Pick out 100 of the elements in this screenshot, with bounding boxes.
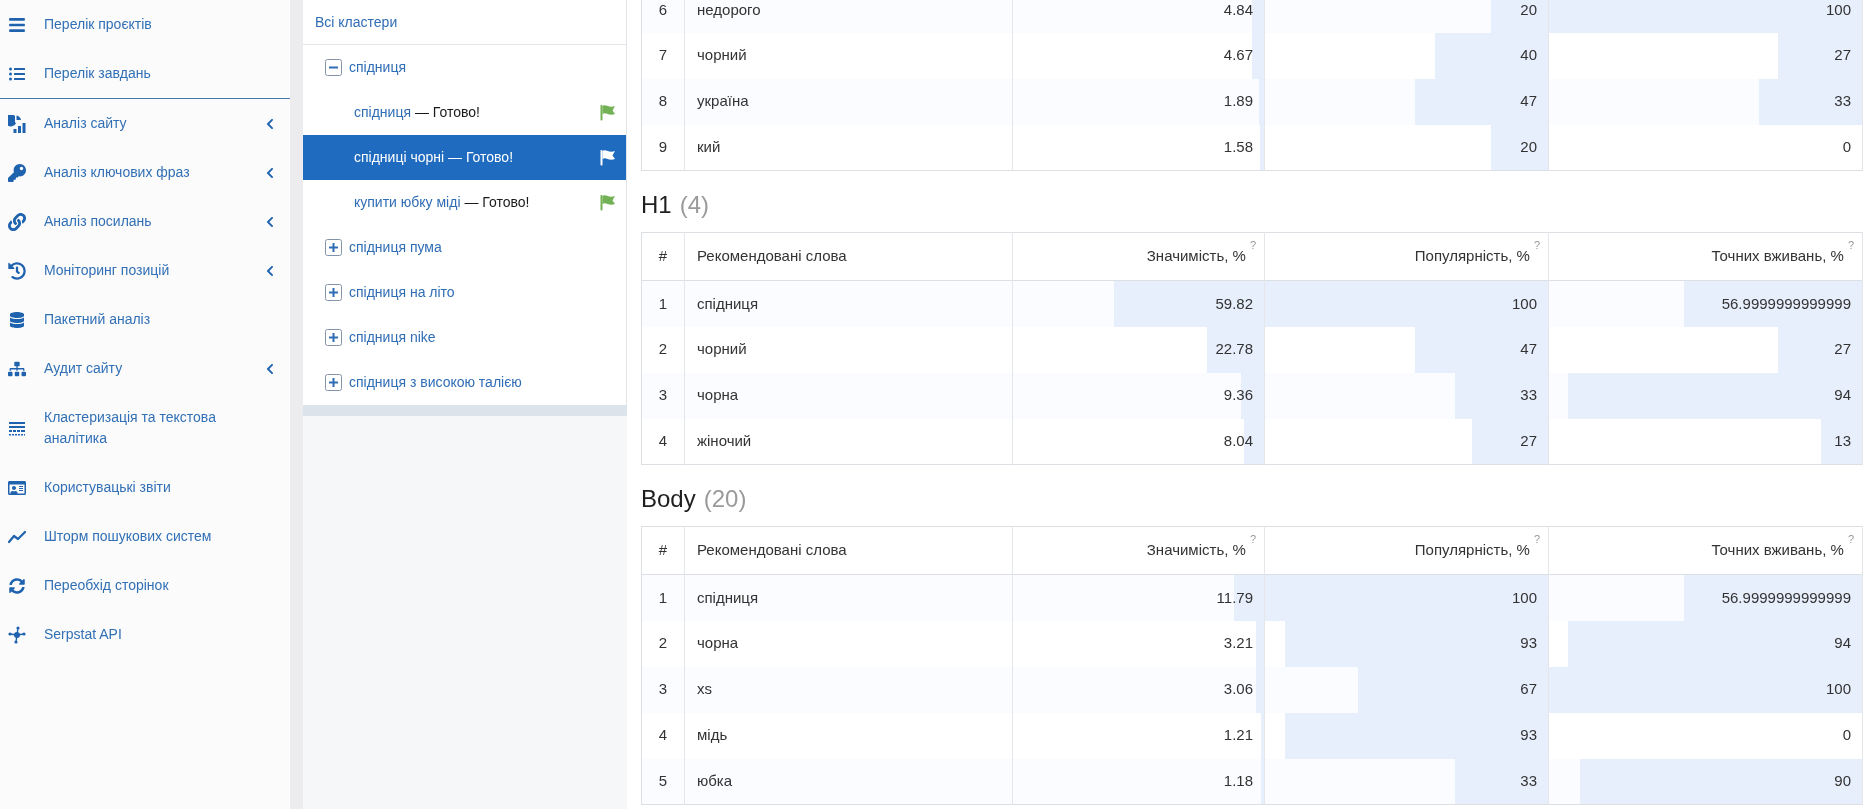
nav-item[interactable]: Перелік завдань	[0, 49, 290, 98]
row-number: 4	[641, 712, 685, 759]
hierarchy-icon	[8, 359, 26, 378]
tree-node[interactable]: спідниця на літо	[349, 282, 455, 303]
column-header: Точних вживань, %	[1711, 540, 1844, 561]
table-cell: спідниця	[684, 280, 1013, 327]
column-header: Популярність, %	[1414, 246, 1530, 267]
nav-item[interactable]: Аналіз сайту	[0, 99, 290, 148]
tree-node[interactable]: спідниця з високою талією	[349, 372, 522, 393]
database-icon	[9, 311, 25, 328]
tree-node[interactable]: спідниця пума	[349, 237, 442, 258]
row-number: 8	[641, 78, 685, 125]
nav-item[interactable]: Моніторинг позицій	[0, 246, 290, 295]
tree-item[interactable]: купити юбку міді — Готово!	[303, 180, 626, 225]
tree-item[interactable]: спідниця — Готово!	[303, 90, 626, 135]
table-cell-text: 20	[1520, 137, 1537, 157]
plus-box-icon[interactable]	[325, 239, 342, 256]
nav-item[interactable]: Кластеризація та текстова аналітика	[0, 393, 290, 463]
help-hint[interactable]: ?	[1847, 239, 1854, 252]
table-cell-text: 33	[1520, 771, 1537, 791]
table-cell-text: 11.79	[1216, 587, 1253, 608]
table-cell-text: 47	[1520, 339, 1537, 360]
table-cell-text: 8.04	[1223, 431, 1253, 451]
column-header: Популярність, %	[1414, 540, 1530, 561]
nav-item[interactable]: Користувацькі звіти	[0, 463, 290, 512]
tree-node[interactable]: спідниця nike	[349, 327, 436, 348]
table-cell-text: 1.89	[1223, 91, 1253, 112]
table-cell-text: 0	[1842, 137, 1851, 157]
plus-box-icon[interactable]	[325, 284, 342, 301]
section-title: Body	[641, 484, 696, 514]
help-hint[interactable]: ?	[1533, 239, 1540, 252]
table-cell: мідь	[684, 712, 1013, 759]
refresh-icon	[9, 577, 25, 594]
nav-item[interactable]: Перелік проєктів	[0, 0, 290, 49]
row-number: 1	[641, 280, 685, 327]
nav-item[interactable]: Шторм пошукових систем	[0, 512, 290, 561]
all-clusters-link[interactable]: Всі кластери	[315, 11, 398, 33]
row-number: 2	[641, 326, 685, 373]
table-cell: чорна	[684, 620, 1013, 667]
table-cell-text: 1.21	[1223, 725, 1253, 746]
table-cell-text: 4.67	[1223, 45, 1253, 66]
column-header: Рекомендовані слова	[684, 526, 1013, 575]
id-card-icon	[8, 478, 26, 497]
table-cell-text: 0	[1842, 725, 1851, 746]
tree-item[interactable]: спідниці чорні — Готово!	[303, 135, 626, 180]
section-title: H1	[641, 190, 672, 220]
table-cell: україна	[684, 78, 1013, 125]
table-cell: чорний	[684, 32, 1013, 79]
table-cell-text: 67	[1520, 679, 1537, 700]
table-cell: xs	[684, 666, 1013, 713]
plus-box-icon[interactable]	[325, 329, 342, 346]
minus-box-icon[interactable]	[325, 59, 342, 76]
table-cell-text: 100	[1511, 293, 1537, 314]
table-cell-text: 59.82	[1215, 293, 1253, 314]
table-cell-text: 56.9999999999999	[1721, 293, 1851, 314]
nav-item[interactable]: Пакетний аналіз	[0, 295, 290, 344]
nav-item[interactable]: Аналіз ключових фраз	[0, 148, 290, 197]
table-cell: юбка	[684, 758, 1013, 805]
table-cell-text: 100	[1825, 0, 1851, 20]
table-cell-text: 13	[1834, 431, 1851, 451]
table-cell-text: 3.06	[1223, 679, 1253, 700]
section-count: (20)	[703, 484, 747, 514]
table-cell-text: 40	[1520, 45, 1537, 66]
row-number: 2	[641, 620, 685, 667]
column-header: Точних вживань, %	[1711, 246, 1844, 267]
help-hint[interactable]: ?	[1847, 533, 1854, 546]
column-header: #	[641, 526, 685, 575]
nav-item[interactable]: Serpstat API	[0, 610, 290, 659]
table-cell-text: 33	[1520, 385, 1537, 406]
row-number: 6	[641, 0, 685, 33]
row-number: 3	[641, 666, 685, 713]
plus-box-icon[interactable]	[325, 374, 342, 391]
chart-icon	[8, 114, 26, 133]
table-cell-text: 93	[1520, 633, 1537, 654]
nav-item[interactable]: Аудит сайту	[0, 344, 290, 393]
table-cell-text: 27	[1834, 45, 1851, 66]
key-icon	[8, 163, 26, 182]
nav-item[interactable]: Аналіз посилань	[0, 197, 290, 246]
table-cell-text: 22.78	[1215, 339, 1253, 360]
history-icon	[8, 261, 26, 280]
nav-item[interactable]: Переобхід сторінок	[0, 561, 290, 610]
column-header: #	[641, 232, 685, 281]
table-cell-text: 90	[1834, 771, 1851, 791]
section-count: (4)	[679, 190, 710, 220]
table-cell-text: 47	[1520, 91, 1537, 112]
table-cell: спідниця	[684, 574, 1013, 621]
table-cell-text: 27	[1834, 339, 1851, 360]
row-number: 1	[641, 574, 685, 621]
help-hint[interactable]: ?	[1249, 239, 1256, 252]
tree-node[interactable]: спідниця	[349, 57, 406, 78]
help-hint[interactable]: ?	[1533, 533, 1540, 546]
table-cell: чорний	[684, 326, 1013, 373]
table-cell: чорна	[684, 372, 1013, 419]
help-hint[interactable]: ?	[1249, 533, 1256, 546]
table-cell-text: 56.9999999999999	[1721, 587, 1851, 608]
row-number: 9	[641, 124, 685, 171]
row-number: 7	[641, 32, 685, 79]
table-cell-text: 1.58	[1223, 137, 1253, 157]
link-icon	[8, 212, 26, 231]
table-cell-text: 20	[1520, 0, 1537, 20]
